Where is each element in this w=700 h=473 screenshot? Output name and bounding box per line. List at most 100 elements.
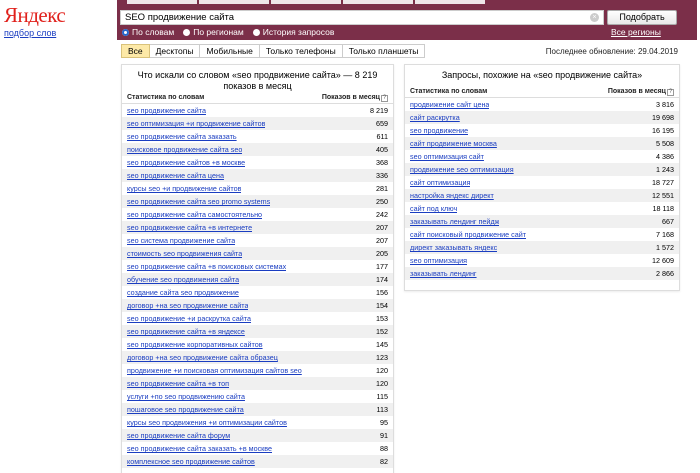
keyword-link[interactable]: поисковое продвижение сайта seo [127,145,242,154]
impressions-count: 177 [376,262,388,271]
impressions-count: 154 [376,301,388,310]
table-row: продвижение +и поисковая оптимизация сай… [122,364,393,377]
impressions-count: 12 551 [652,191,674,200]
impressions-count: 7 168 [656,230,674,239]
keyword-link[interactable]: seo оптимизация [410,256,467,265]
table-row: seo продвижение +и раскрутка сайта 153 [122,312,393,325]
keyword-link[interactable]: сайт поисковый продвижение сайт [410,230,526,239]
impressions-count: 174 [376,275,388,284]
table-row: продвижение сайт цена 3 816 [405,98,679,111]
keyword-link[interactable]: seo продвижение корпоративных сайтов [127,340,263,349]
keyword-link[interactable]: комплексное seo продвижение сайтов [127,457,255,466]
impressions-count: 18 727 [652,178,674,187]
table-row: seo оптимизация 12 609 [405,254,679,267]
col-count-header: Показов в месяц? [608,86,674,97]
clear-icon[interactable]: × [590,13,599,22]
keyword-link[interactable]: договор +на seo продвижение сайта образе… [127,353,278,362]
yandex-logo[interactable]: Яндекс подбор слов [4,4,66,38]
keyword-link[interactable]: seo продвижение сайта заказать [127,132,237,141]
impressions-count: 19 698 [652,113,674,122]
keyword-link[interactable]: seo продвижение сайта самостоятельно [127,210,262,219]
tab-desktops[interactable]: Десктопы [149,44,201,58]
keyword-link[interactable]: курсы seo +и продвижение сайтов [127,184,241,193]
impressions-count: 16 195 [652,126,674,135]
all-regions-link[interactable]: Все регионы [611,27,661,37]
help-icon[interactable]: ? [381,95,388,102]
keyword-link[interactable]: продвижение seo оптимизация [410,165,514,174]
table-row: seo продвижение 16 195 [405,124,679,137]
radio-label: История запросов [262,27,335,37]
keyword-link[interactable]: создание сайта seo продвижение [127,288,239,297]
keyword-link[interactable]: seo продвижение сайта цена [127,171,224,180]
impressions-count: 12 609 [652,256,674,265]
keyword-link[interactable]: обучение seo продвижения сайта [127,275,239,284]
col-keyword-header: Статистика по словам [127,94,205,101]
tab-tablets[interactable]: Только планшеты [342,44,426,58]
keyword-link[interactable]: seo продвижение сайта +в интернете [127,223,252,232]
keyword-link[interactable]: продвижение +и поисковая оптимизация сай… [127,366,302,375]
impressions-count: 207 [376,236,388,245]
keyword-link[interactable]: seo продвижение сайта [127,106,206,115]
tab-phones[interactable]: Только телефоны [259,44,343,58]
radio-by-words[interactable]: По словам [122,27,174,37]
keyword-link[interactable]: договор +на seo продвижение сайта [127,301,248,310]
keyword-link[interactable]: seo оптимизация +и продвижение сайтов [127,119,265,128]
left-table-body: seo продвижение сайта 8 219 seo оптимизаци… [122,104,393,468]
impressions-count: 120 [376,379,388,388]
impressions-count: 3 816 [656,100,674,109]
tab-mobile[interactable]: Мобильные [200,44,260,58]
table-row: seo продвижение сайта seo promo systems 2… [122,195,393,208]
table-row: сайт под ключ 18 118 [405,202,679,215]
keyword-link[interactable]: seo продвижение сайта форум [127,431,230,440]
keyword-link[interactable]: директ заказывать яндекс [410,243,497,252]
wordstat-link[interactable]: подбор слов [4,28,64,38]
impressions-count: 205 [376,249,388,258]
keyword-link[interactable]: заказывать лендинг [410,269,477,278]
search-button[interactable]: Подобрать [607,10,677,25]
right-table-header: Статистика по словам Показов в месяц? [405,86,679,98]
keyword-link[interactable]: курсы seo продвижения +и оптимизации сай… [127,418,287,427]
impressions-count: 95 [380,418,388,427]
keyword-link[interactable]: пошаговое seo продвижение сайта [127,405,244,414]
impressions-count: 611 [376,132,388,141]
keyword-link[interactable]: сайт под ключ [410,204,457,213]
keyword-link[interactable]: заказывать лендинг пейдж [410,217,499,226]
help-icon[interactable]: ? [667,89,674,96]
table-row: настройка яндекс директ 12 551 [405,189,679,202]
keyword-link[interactable]: seo продвижение сайта seo promo systems [127,197,270,206]
search-input[interactable]: SEO продвижение сайта × [120,10,604,25]
radio-label: По регионам [193,27,244,37]
impressions-count: 4 386 [656,152,674,161]
keyword-link[interactable]: seo продвижение сайта заказать +в москве [127,444,272,453]
keyword-link[interactable]: продвижение сайт цена [410,100,489,109]
table-row: заказывать лендинг пейдж 667 [405,215,679,228]
table-row: сайт продвижение москва 5 508 [405,137,679,150]
right-similar-panel: Запросы, похожие на «seo продвижение сай… [404,64,680,291]
radio-history[interactable]: История запросов [252,27,335,37]
tab-all[interactable]: Все [121,44,150,58]
keyword-link[interactable]: сайт раскрутка [410,113,460,122]
header-decoration [127,0,485,4]
keyword-link[interactable]: seo продвижение сайтов +в москве [127,158,245,167]
keyword-link[interactable]: стоимость seo продвижения сайта [127,249,242,258]
keyword-link[interactable]: услуги +по seo продвижению сайта [127,392,245,401]
table-row: сайт поисковый продвижение сайт 7 168 [405,228,679,241]
keyword-link[interactable]: настройка яндекс директ [410,191,494,200]
table-row: договор +на seo продвижение сайта образе… [122,351,393,364]
table-row: пошаговое seo продвижение сайта 113 [122,403,393,416]
keyword-link[interactable]: seo продвижение сайта +в поисковых систе… [127,262,286,271]
keyword-link[interactable]: seo продвижение [410,126,468,135]
keyword-link[interactable]: seo продвижение сайта +в топ [127,379,229,388]
table-row: seo продвижение сайта 8 219 [122,104,393,117]
keyword-link[interactable]: сайт продвижение москва [410,139,497,148]
impressions-count: 667 [662,217,674,226]
keyword-link[interactable]: seo система продвижение сайта [127,236,235,245]
impressions-count: 153 [376,314,388,323]
keyword-link[interactable]: seo продвижение +и раскрутка сайта [127,314,251,323]
keyword-link[interactable]: сайт оптимизация [410,178,470,187]
keyword-link[interactable]: seo оптимизация сайт [410,152,484,161]
radio-by-regions[interactable]: По регионам [183,27,244,37]
table-row: seo продвижение сайта +в интернете 207 [122,221,393,234]
radio-icon [252,28,260,36]
keyword-link[interactable]: seo продвижение сайта +в яндексе [127,327,245,336]
